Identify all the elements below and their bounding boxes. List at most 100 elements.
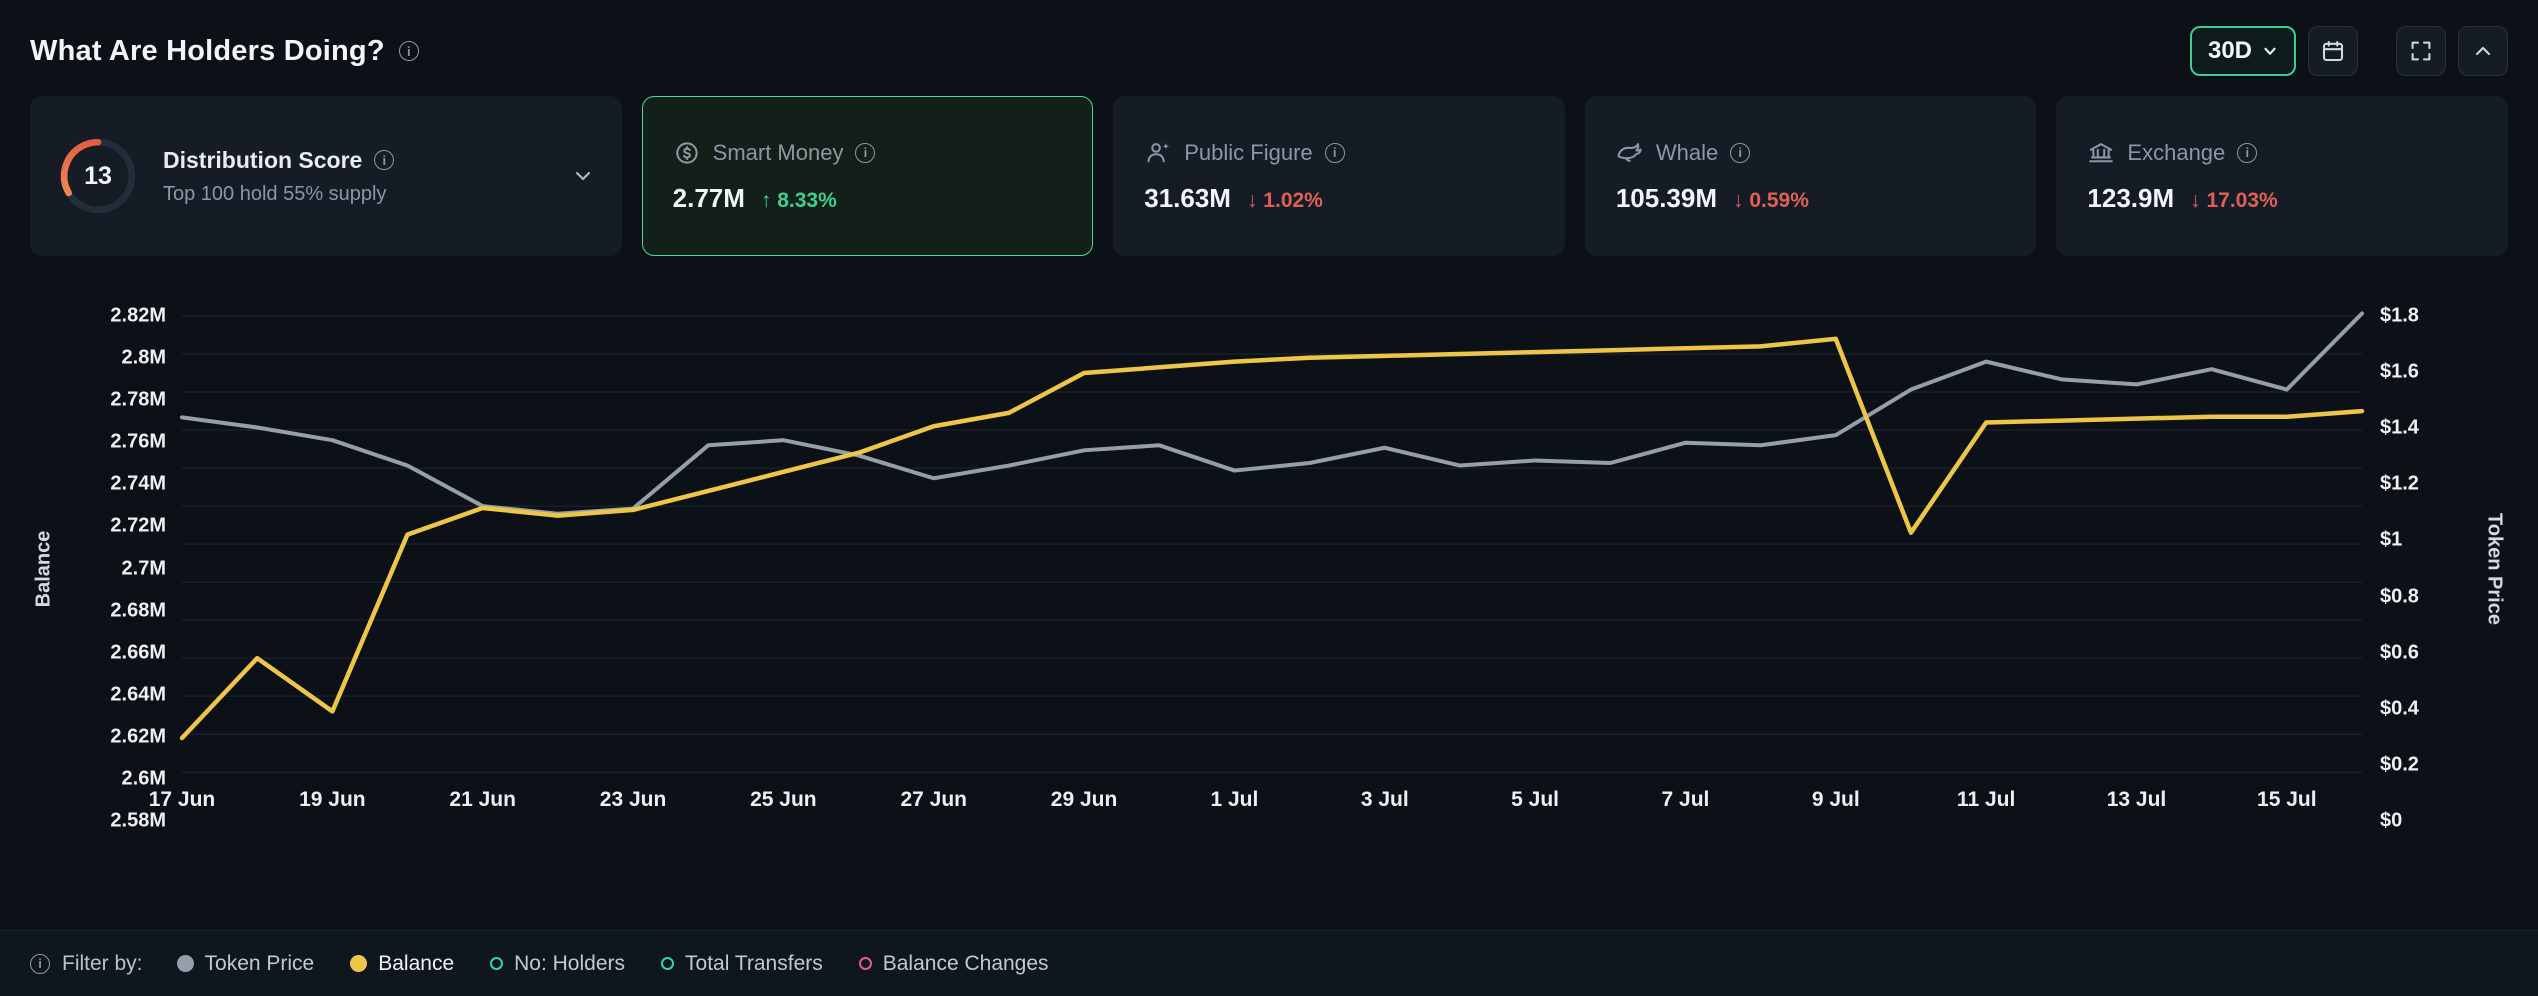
distribution-score-value: 13	[57, 135, 139, 217]
header-controls: 30D	[2190, 26, 2508, 76]
stat-label: Smart Money	[713, 140, 844, 166]
info-icon[interactable]	[30, 954, 50, 974]
plot-svg	[182, 316, 2362, 772]
y-tick-label-left: 2.58M	[110, 810, 166, 833]
chevron-up-icon	[2471, 39, 2495, 63]
card-whale[interactable]: Whale 105.39M ↓ 0.59%	[1585, 96, 2037, 256]
page-title: What Are Holders Doing?	[30, 35, 385, 68]
legend-dot	[859, 957, 872, 970]
series-line-balance	[182, 339, 2362, 738]
card-distribution-score[interactable]: 13 Distribution Score Top 100 hold 55% s…	[30, 96, 622, 256]
x-tick-label: 1 Jul	[1210, 788, 1258, 812]
stat-change: ↑ 8.33%	[761, 189, 837, 213]
stat-change: ↓ 0.59%	[1733, 189, 1809, 213]
timeframe-select[interactable]: 30D	[2190, 26, 2296, 76]
y-tick-label-left: 2.76M	[110, 431, 166, 454]
card-public-figure[interactable]: Public Figure 31.63M ↓ 1.02%	[1113, 96, 1565, 256]
y-tick-label-left: 2.78M	[110, 389, 166, 412]
info-icon[interactable]	[1730, 143, 1750, 163]
card-exchange[interactable]: Exchange 123.9M ↓ 17.03%	[2056, 96, 2508, 256]
y-tick-label-left: 2.62M	[110, 725, 166, 748]
left-axis-title-col: Balance	[26, 316, 62, 821]
y-tick-label-left: 2.66M	[110, 641, 166, 664]
x-tick-label: 27 Jun	[900, 788, 967, 812]
distribution-text: Distribution Score Top 100 hold 55% supp…	[163, 147, 547, 206]
x-tick-label: 19 Jun	[299, 788, 366, 812]
info-icon[interactable]	[855, 143, 875, 163]
calendar-button[interactable]	[2308, 26, 2358, 76]
right-axis-title: Token Price	[2483, 513, 2506, 625]
bank-icon	[2087, 139, 2115, 167]
info-icon[interactable]	[2237, 143, 2257, 163]
stat-value: 105.39M	[1616, 183, 1717, 214]
y-tick-label-right: $1.6	[2380, 361, 2419, 384]
legend-dot	[490, 957, 503, 970]
x-tick-label: 17 Jun	[149, 788, 216, 812]
x-tick-label: 21 Jun	[449, 788, 516, 812]
y-tick-label-left: 2.72M	[110, 515, 166, 538]
x-tick-label: 7 Jul	[1662, 788, 1710, 812]
plot-area[interactable]	[182, 316, 2362, 772]
distribution-gauge: 13	[57, 135, 139, 217]
x-tick-label: 15 Jul	[2257, 788, 2317, 812]
timeframe-value: 30D	[2208, 37, 2252, 65]
y-tick-label-left: 2.74M	[110, 473, 166, 496]
collapse-button[interactable]	[2458, 26, 2508, 76]
stat-change: ↓ 1.02%	[1247, 189, 1323, 213]
header-title-group: What Are Holders Doing?	[30, 35, 419, 68]
y-axis-left-ticks: 2.82M2.8M2.78M2.76M2.74M2.72M2.7M2.68M2.…	[62, 316, 166, 821]
chart-section: Balance 2.82M2.8M2.78M2.76M2.74M2.72M2.7…	[0, 316, 2538, 821]
y-tick-label-right: $0.6	[2380, 641, 2419, 664]
x-tick-label: 13 Jul	[2107, 788, 2167, 812]
info-icon[interactable]	[399, 41, 419, 61]
y-tick-label-right: $0	[2380, 810, 2402, 833]
x-tick-label: 25 Jun	[750, 788, 817, 812]
distribution-title: Distribution Score	[163, 147, 362, 174]
y-tick-label-right: $0.4	[2380, 697, 2419, 720]
legend-label: Balance Changes	[883, 952, 1049, 976]
left-axis-title: Balance	[33, 530, 56, 607]
x-tick-label: 23 Jun	[600, 788, 667, 812]
filter-bar: Filter by: Token Price Balance No: Holders…	[0, 930, 2538, 996]
stat-cards-row: 13 Distribution Score Top 100 hold 55% s…	[0, 96, 2538, 256]
x-tick-label: 5 Jul	[1511, 788, 1559, 812]
info-icon[interactable]	[1325, 143, 1345, 163]
person-star-icon	[1144, 139, 1172, 167]
series-line-token-price	[182, 313, 2362, 513]
stat-label: Public Figure	[1184, 140, 1312, 166]
card-smart-money[interactable]: Smart Money 2.77M ↑ 8.33%	[642, 96, 1094, 256]
whale-icon	[1616, 139, 1644, 167]
y-tick-label-right: $0.2	[2380, 753, 2419, 776]
legend-label: Total Transfers	[685, 952, 823, 976]
y-tick-label-right: $1.8	[2380, 305, 2419, 328]
filter-label-group: Filter by:	[30, 952, 143, 976]
x-axis-ticks: 17 Jun19 Jun21 Jun23 Jun25 Jun27 Jun29 J…	[182, 772, 2362, 821]
chevron-down-icon	[2262, 43, 2278, 59]
x-tick-label: 29 Jun	[1051, 788, 1118, 812]
legend-item-token-price[interactable]: Token Price	[177, 952, 315, 976]
y-axis-right-ticks: $1.8$1.6$1.4$1.2$1$0.8$0.6$0.4$0.2$0	[2380, 316, 2476, 821]
chevron-down-icon[interactable]	[571, 164, 595, 188]
legend-label: No: Holders	[514, 952, 625, 976]
legend-item-no-holders[interactable]: No: Holders	[490, 952, 625, 976]
legend: Token Price Balance No: Holders Total Trans…	[177, 952, 1049, 976]
legend-label: Token Price	[205, 952, 315, 976]
y-tick-label-left: 2.7M	[122, 557, 166, 580]
info-icon[interactable]	[374, 150, 394, 170]
y-tick-label-left: 2.8M	[122, 347, 166, 370]
y-tick-label-right: $1.2	[2380, 473, 2419, 496]
stat-label: Whale	[1656, 140, 1718, 166]
fullscreen-button[interactable]	[2396, 26, 2446, 76]
legend-item-balance-changes[interactable]: Balance Changes	[859, 952, 1049, 976]
legend-dot	[177, 955, 194, 972]
y-tick-label-left: 2.82M	[110, 305, 166, 328]
plot-column: 17 Jun19 Jun21 Jun23 Jun25 Jun27 Jun29 J…	[182, 316, 2362, 821]
legend-item-total-transfers[interactable]: Total Transfers	[661, 952, 823, 976]
legend-item-balance[interactable]: Balance	[350, 952, 454, 976]
stat-label: Exchange	[2127, 140, 2225, 166]
stat-value: 2.77M	[673, 183, 745, 214]
y-tick-label-right: $1.4	[2380, 417, 2419, 440]
y-tick-label-left: 2.68M	[110, 599, 166, 622]
distribution-subtitle: Top 100 hold 55% supply	[163, 183, 547, 206]
x-tick-label: 9 Jul	[1812, 788, 1860, 812]
